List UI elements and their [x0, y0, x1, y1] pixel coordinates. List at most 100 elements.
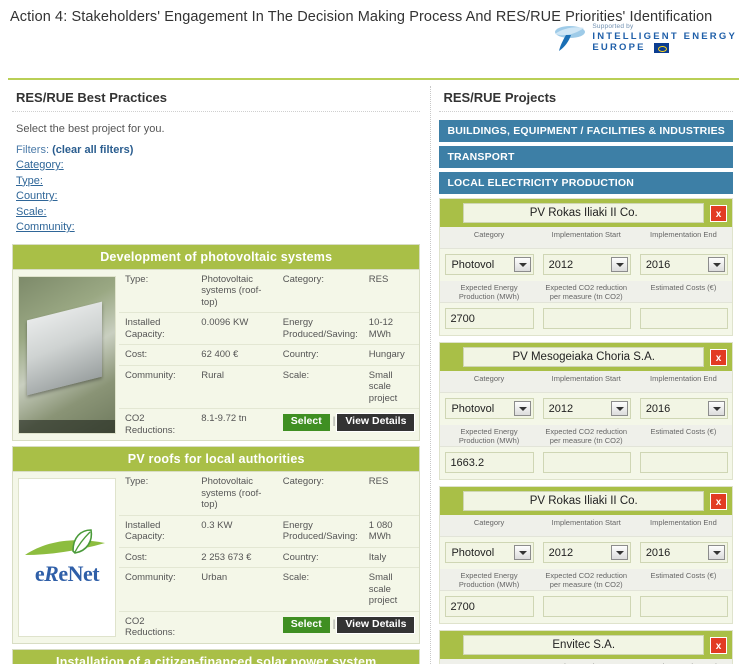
impl-start-select[interactable]: 2012: [542, 542, 631, 563]
chevron-down-icon[interactable]: [610, 545, 628, 560]
projects-title: RES/RUE Projects: [439, 80, 733, 112]
delete-project-button[interactable]: x: [710, 492, 727, 510]
projects-panel: RES/RUE Projects BUILDINGS, EQUIPMENT / …: [435, 80, 741, 664]
label-impl-start: Implementation Start: [537, 515, 635, 537]
eu-flag-icon: [653, 42, 669, 53]
label-impl-end: Implementation End: [634, 371, 732, 393]
category-bar-local-electricity[interactable]: LOCAL ELECTRICITY PRODUCTION: [439, 172, 733, 194]
expected-co2-input[interactable]: [542, 308, 631, 329]
label-expected-co2: Expected CO2 reduction per measure (tn C…: [537, 425, 635, 447]
chevron-down-icon[interactable]: [708, 257, 725, 272]
aerial-building-photo: [18, 275, 116, 434]
project-field-row-2: Expected Energy Production (MWh) 2700 Ex…: [440, 569, 732, 623]
impl-start-value: 2012: [548, 546, 574, 559]
category-bar-transport[interactable]: TRANSPORT: [439, 146, 733, 168]
project-field-row-1: Category Photovol Implementation Start 2…: [440, 515, 732, 569]
project-field-row-1: Category Photovol Implementation Start 2…: [440, 227, 732, 281]
delete-project-button[interactable]: x: [710, 636, 727, 654]
filter-link-country[interactable]: Country:: [16, 189, 416, 205]
value-type: Photovoltaic systems (roof-top): [195, 269, 277, 313]
expected-energy-input[interactable]: 2700: [445, 308, 534, 329]
filter-link-category[interactable]: Category:: [16, 158, 416, 174]
project-field-row-2: Expected Energy Production (MWh) 1663.2 …: [440, 425, 732, 479]
filter-link-type[interactable]: Type:: [16, 174, 416, 190]
value-energy: 10-12 MWh: [362, 312, 420, 345]
category-select-value: Photovol: [451, 402, 495, 415]
project-name-field[interactable]: PV Rokas Iliaki II Co.: [463, 491, 704, 511]
value-energy: 1 080 MWh: [362, 515, 420, 548]
impl-start-select[interactable]: 2012: [542, 398, 631, 419]
impl-end-select[interactable]: 2016: [639, 398, 728, 419]
category-select-value: Photovol: [451, 258, 495, 271]
value-scale: Small scale project: [362, 567, 420, 612]
impl-end-select[interactable]: 2016: [639, 542, 728, 563]
label-estimated-costs: Estimated Costs (€): [634, 281, 732, 303]
best-practice-card[interactable]: Installation of a citizen-financed solar…: [12, 648, 421, 664]
filter-link-community[interactable]: Community:: [16, 220, 416, 236]
label-expected-energy: Expected Energy Production (MWh): [440, 281, 538, 303]
label-category: Category: [440, 515, 538, 537]
expected-co2-input[interactable]: [542, 452, 631, 473]
filters-block: Filters: (clear all filters) Category: T…: [12, 144, 420, 244]
iee-line-2: EUROPE: [592, 42, 646, 53]
expected-energy-input[interactable]: 1663.2: [445, 452, 534, 473]
value-cost: 2 253 673 €: [195, 547, 277, 568]
category-select[interactable]: Photovol: [445, 398, 534, 419]
category-bar-buildings[interactable]: BUILDINGS, EQUIPMENT / FACILITIES & INDU…: [439, 120, 733, 142]
chevron-down-icon[interactable]: [610, 257, 628, 272]
value-co2: 8.1-9.72 tn: [201, 413, 247, 424]
estimated-costs-input[interactable]: [639, 308, 728, 329]
best-practice-card[interactable]: PV roofs for local authorities eReNet Ty…: [12, 446, 421, 644]
value-co2: [195, 611, 277, 643]
project-name-field[interactable]: Envitec S.A.: [463, 635, 704, 655]
label-country: Country:: [276, 547, 363, 568]
chevron-down-icon[interactable]: [708, 545, 725, 560]
chevron-down-icon[interactable]: [513, 401, 531, 416]
project-name-field[interactable]: PV Rokas Iliaki II Co.: [463, 203, 704, 223]
delete-project-button[interactable]: x: [710, 204, 727, 222]
value-category: RES: [362, 269, 420, 313]
select-button[interactable]: Select: [282, 414, 330, 431]
table-row: Type: Photovoltaic systems (roof-top) Ca…: [119, 269, 420, 313]
project-field-row-1: Category Other Implementation Start 2012: [440, 659, 732, 664]
chevron-down-icon[interactable]: [708, 401, 725, 416]
view-details-button[interactable]: View Details: [336, 615, 416, 634]
label-category: Category: [440, 371, 538, 393]
delete-project-button[interactable]: x: [710, 348, 727, 366]
label-installed-capacity: Installed Capacity:: [119, 515, 196, 548]
project-card: PV Rokas Iliaki II Co. x Category Photov…: [439, 486, 733, 624]
clear-all-filters-link[interactable]: (clear all filters): [52, 144, 133, 156]
view-details-button[interactable]: View Details: [336, 413, 416, 432]
label-impl-end: Implementation End: [634, 659, 732, 664]
impl-start-select[interactable]: 2012: [542, 254, 631, 275]
project-card: PV Rokas Iliaki II Co. x Category Photov…: [439, 198, 733, 336]
card-title: PV roofs for local authorities: [13, 447, 420, 472]
label-expected-co2: Expected CO2 reduction per measure (tn C…: [537, 281, 635, 303]
best-practice-card[interactable]: Development of photovoltaic systems Type…: [12, 243, 421, 441]
table-row: Cost: 2 253 673 € Country: Italy: [119, 547, 420, 568]
category-select[interactable]: Photovol: [445, 254, 534, 275]
label-impl-start: Implementation Start: [537, 227, 635, 249]
chevron-down-icon[interactable]: [513, 257, 531, 272]
estimated-costs-input[interactable]: [639, 596, 728, 617]
impl-end-select[interactable]: 2016: [639, 254, 728, 275]
category-select[interactable]: Photovol: [445, 542, 534, 563]
chevron-down-icon[interactable]: [513, 545, 531, 560]
label-category: Category: [440, 227, 538, 249]
iee-logo-text: Supported by INTELLIGENT ENERGY EUROPE: [592, 22, 737, 53]
project-name-field[interactable]: PV Mesogeiaka Choria S.A.: [463, 347, 704, 367]
filter-link-scale[interactable]: Scale:: [16, 205, 416, 221]
project-field-row-2: Expected Energy Production (MWh) 2700 Ex…: [440, 281, 732, 335]
select-button[interactable]: Select: [282, 616, 330, 633]
expected-co2-input[interactable]: [542, 596, 631, 617]
expected-energy-input[interactable]: 2700: [445, 596, 534, 617]
table-row: Installed Capacity: 0.3 KW Energy Produc…: [119, 515, 420, 548]
card-title: Installation of a citizen-financed solar…: [13, 649, 420, 664]
label-community: Community:: [119, 567, 196, 612]
estimated-costs-input[interactable]: [639, 452, 728, 473]
value-community: Urban: [195, 567, 277, 612]
impl-start-value: 2012: [548, 258, 574, 271]
chevron-down-icon[interactable]: [610, 401, 628, 416]
project-field-row-1: Category Photovol Implementation Start 2…: [440, 371, 732, 425]
table-row: Community: Urban Scale: Small scale proj…: [119, 567, 420, 612]
